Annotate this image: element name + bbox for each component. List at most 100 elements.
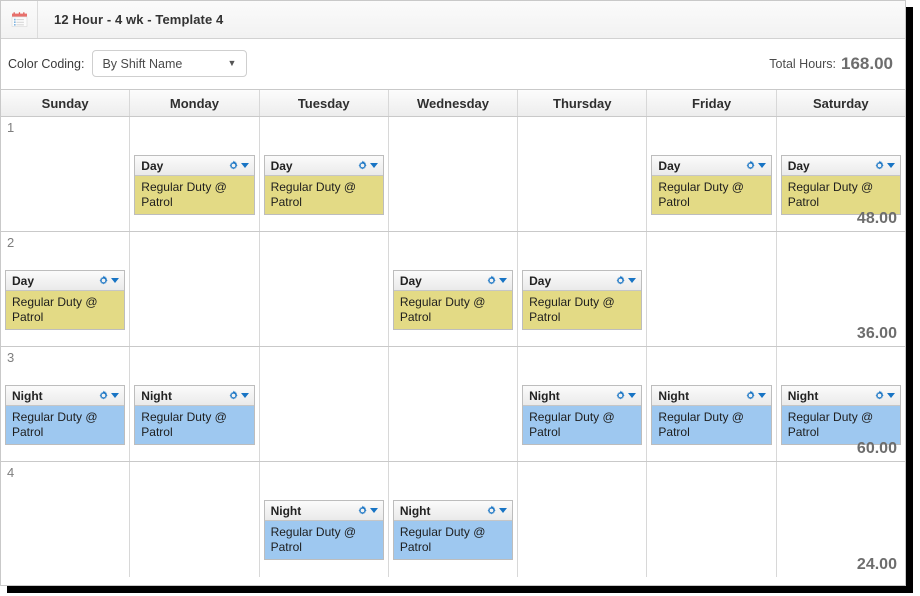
week-rows: 1 Day Regular Duty @ Patrol Day Regular Duty… — [1, 117, 905, 577]
day-header-wednesday: Wednesday — [389, 90, 519, 116]
shift-menu-button[interactable] — [98, 275, 120, 286]
day-cell-wednesday[interactable]: Night Regular Duty @ Patrol — [388, 462, 519, 577]
shift-card[interactable]: Night Regular Duty @ Patrol — [780, 385, 901, 445]
day-cell-thursday[interactable] — [518, 462, 648, 577]
shift-card[interactable]: Day Regular Duty @ Patrol — [651, 155, 772, 215]
day-cell-tuesday[interactable] — [259, 347, 389, 461]
chevron-down-icon — [628, 278, 637, 283]
shift-name: Night — [141, 388, 172, 403]
gear-icon — [229, 160, 238, 170]
shift-card-header: Day — [264, 156, 383, 176]
gear-icon — [487, 505, 496, 515]
shift-menu-button[interactable] — [745, 390, 766, 401]
shift-menu-button[interactable] — [228, 160, 249, 171]
week-row: 2 Day Regular Duty @ Patrol Day Regular Duty… — [1, 232, 905, 347]
shift-name: Night — [399, 503, 431, 518]
day-cell-monday[interactable]: Night Regular Duty @ Patrol — [130, 347, 260, 461]
shift-card[interactable]: Day Regular Duty @ Patrol — [522, 270, 643, 330]
day-cell-sunday[interactable]: 3 Night Regular Duty @ Patrol — [1, 347, 131, 461]
day-cell-saturday[interactable]: 36.00 — [776, 232, 905, 346]
shift-menu-button[interactable] — [615, 275, 637, 286]
shift-card-header: Day — [6, 271, 125, 291]
schedule-calendar: Sunday Monday Tuesday Wednesday Thursday Frid… — [1, 89, 905, 577]
shift-menu-button[interactable] — [486, 275, 508, 286]
day-cell-friday[interactable] — [647, 232, 777, 346]
day-cell-saturday[interactable]: Night Regular Duty @ Patrol 60.00 — [776, 347, 905, 461]
shift-card[interactable]: Day Regular Duty @ Patrol — [263, 155, 384, 215]
chevron-down-icon — [369, 508, 378, 513]
shift-assignment-text: Regular Duty @ Patrol — [523, 406, 642, 444]
day-cell-thursday[interactable] — [518, 117, 648, 231]
day-cell-tuesday[interactable]: Day Regular Duty @ Patrol — [259, 117, 389, 231]
day-cell-friday[interactable] — [647, 462, 777, 577]
shift-name: Night — [270, 503, 302, 518]
shift-menu-button[interactable] — [874, 160, 895, 171]
shift-assignment-text: Regular Duty @ Patrol — [781, 406, 900, 444]
shift-card[interactable]: Day Regular Duty @ Patrol — [134, 155, 255, 215]
gear-icon — [746, 160, 755, 170]
day-cell-sunday[interactable]: 4 — [1, 462, 131, 577]
day-cell-tuesday[interactable]: Night Regular Duty @ Patrol — [259, 462, 389, 577]
shift-card[interactable]: Day Regular Duty @ Patrol — [5, 270, 126, 330]
shift-card[interactable]: Night Regular Duty @ Patrol — [5, 385, 126, 445]
shift-assignment-text: Regular Duty @ Patrol — [264, 521, 383, 559]
shift-assignment-text: Regular Duty @ Patrol — [652, 176, 771, 214]
gear-icon — [229, 390, 238, 400]
window-title: 12 Hour - 4 wk - Template 4 — [54, 12, 224, 27]
chevron-down-icon — [240, 163, 249, 168]
shift-menu-button[interactable] — [745, 160, 766, 171]
color-coding-select[interactable]: By Shift Name ▼ — [92, 50, 248, 77]
day-cell-monday[interactable] — [130, 462, 260, 577]
day-cell-friday[interactable]: Day Regular Duty @ Patrol — [647, 117, 777, 231]
day-cell-thursday[interactable]: Night Regular Duty @ Patrol — [518, 347, 648, 461]
shift-card[interactable]: Night Regular Duty @ Patrol — [651, 385, 772, 445]
day-cell-monday[interactable]: Day Regular Duty @ Patrol — [130, 117, 260, 231]
shift-card[interactable]: Night Regular Duty @ Patrol — [522, 385, 643, 445]
color-coding-value: By Shift Name — [102, 56, 183, 71]
shift-card-header: Night — [781, 386, 900, 406]
shift-menu-button[interactable] — [357, 505, 378, 516]
shift-card[interactable]: Day Regular Duty @ Patrol — [780, 155, 901, 215]
day-cell-sunday[interactable]: 1 — [1, 117, 131, 231]
week-row: 1 Day Regular Duty @ Patrol Day Regular Duty… — [1, 117, 905, 232]
day-cell-monday[interactable] — [130, 232, 260, 346]
shift-name: Day — [529, 273, 552, 288]
color-coding-label: Color Coding: — [8, 56, 85, 71]
week-number: 4 — [7, 465, 15, 480]
day-cell-wednesday[interactable]: Day Regular Duty @ Patrol — [388, 232, 519, 346]
gear-icon — [99, 275, 108, 285]
shift-name: Night — [658, 388, 690, 403]
day-cell-sunday[interactable]: 2 Day Regular Duty @ Patrol — [1, 232, 131, 346]
shift-assignment-text: Regular Duty @ Patrol — [652, 406, 771, 444]
day-cell-saturday[interactable]: Day Regular Duty @ Patrol 48.00 — [776, 117, 905, 231]
shift-name: Day — [658, 158, 681, 173]
chevron-down-icon — [111, 278, 120, 283]
shift-menu-button[interactable] — [228, 390, 249, 401]
day-cell-wednesday[interactable] — [388, 347, 519, 461]
shift-card[interactable]: Night Regular Duty @ Patrol — [392, 500, 514, 560]
week-total-hours: 36.00 — [856, 325, 897, 342]
day-header-friday: Friday — [647, 90, 777, 116]
shift-menu-button[interactable] — [874, 390, 895, 401]
day-cell-thursday[interactable]: Day Regular Duty @ Patrol — [518, 232, 648, 346]
shift-card[interactable]: Day Regular Duty @ Patrol — [392, 270, 514, 330]
gear-icon — [616, 390, 625, 400]
day-cell-tuesday[interactable] — [259, 232, 389, 346]
shift-card-header: Night — [264, 501, 383, 521]
shift-card-header: Day — [393, 271, 513, 291]
day-cell-friday[interactable]: Night Regular Duty @ Patrol — [647, 347, 777, 461]
shift-card-header: Day — [523, 271, 642, 291]
shift-menu-button[interactable] — [615, 390, 637, 401]
day-cell-saturday[interactable]: 24.00 — [776, 462, 905, 577]
shift-card[interactable]: Night Regular Duty @ Patrol — [134, 385, 255, 445]
chevron-down-icon — [111, 393, 120, 398]
gear-icon — [99, 390, 108, 400]
shift-card[interactable]: Night Regular Duty @ Patrol — [263, 500, 384, 560]
shift-menu-button[interactable] — [486, 505, 508, 516]
day-cell-wednesday[interactable] — [388, 117, 519, 231]
week-total-hours: 24.00 — [856, 556, 897, 573]
shift-menu-button[interactable] — [357, 160, 378, 171]
shift-assignment-text: Regular Duty @ Patrol — [135, 176, 254, 214]
gear-icon — [875, 160, 884, 170]
shift-menu-button[interactable] — [98, 390, 120, 401]
